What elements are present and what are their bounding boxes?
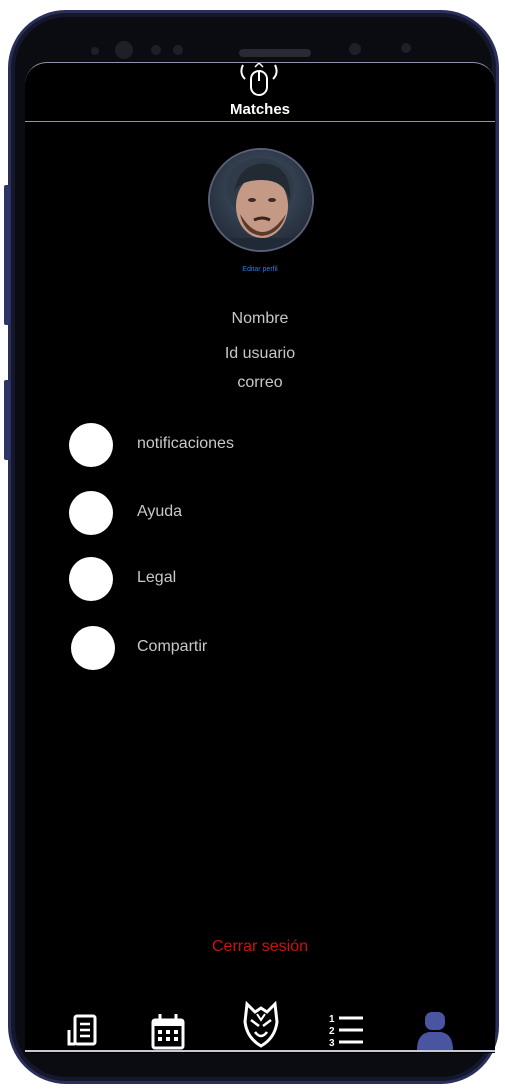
sensor-dot <box>173 45 183 55</box>
iris-sensor <box>349 43 361 55</box>
user-avatar-photo <box>210 150 312 250</box>
profile-name: Nombre <box>231 310 289 327</box>
bottom-nav: 1 2 3 <box>25 1000 495 1053</box>
team-logo-icon[interactable] <box>239 1000 283 1050</box>
profile-email: correo <box>237 374 283 391</box>
menu-item-label: Legal <box>137 569 177 586</box>
mouse-logo-icon <box>240 63 278 96</box>
app-header: Matches <box>25 63 495 122</box>
sensor-dot <box>401 43 411 53</box>
sensor-dot <box>151 45 161 55</box>
menu-item-label: Compartir <box>137 638 208 655</box>
news-icon[interactable] <box>63 1008 103 1053</box>
circle-icon <box>69 491 113 535</box>
circle-icon <box>71 626 115 670</box>
speaker-grille <box>239 49 311 57</box>
profile-icon[interactable] <box>415 1008 455 1053</box>
svg-text:1: 1 <box>329 1014 335 1025</box>
logout-button[interactable]: Cerrar sesión <box>25 938 495 956</box>
calendar-icon[interactable] <box>147 1008 187 1053</box>
circle-icon <box>69 423 113 467</box>
volume-button <box>4 185 10 325</box>
app-title: Matches <box>229 101 291 118</box>
edit-profile-link[interactable]: Editar perfil <box>25 266 495 273</box>
circle-icon <box>69 557 113 601</box>
app-screen: Matches Editar perfil Nombre Id usuario … <box>25 62 495 1053</box>
avatar[interactable] <box>208 148 314 252</box>
menu-item-label: notificaciones <box>137 435 234 452</box>
menu-item-ayuda[interactable]: Ayuda <box>69 491 449 537</box>
screen-bottom-edge <box>25 1050 495 1052</box>
menu-item-notificaciones[interactable]: notificaciones <box>69 423 449 469</box>
menu-item-legal[interactable]: Legal <box>69 557 449 603</box>
menu-item-label: Ayuda <box>137 503 183 520</box>
svg-text:3: 3 <box>329 1038 335 1049</box>
ranking-list-icon[interactable]: 1 2 3 <box>325 1008 365 1053</box>
svg-text:2: 2 <box>329 1026 335 1037</box>
menu-item-compartir[interactable]: Compartir <box>71 626 451 672</box>
bixby-button <box>4 380 10 460</box>
profile-user-id: Id usuario <box>224 345 296 362</box>
sensor-dot <box>91 47 99 55</box>
front-camera <box>115 41 133 59</box>
